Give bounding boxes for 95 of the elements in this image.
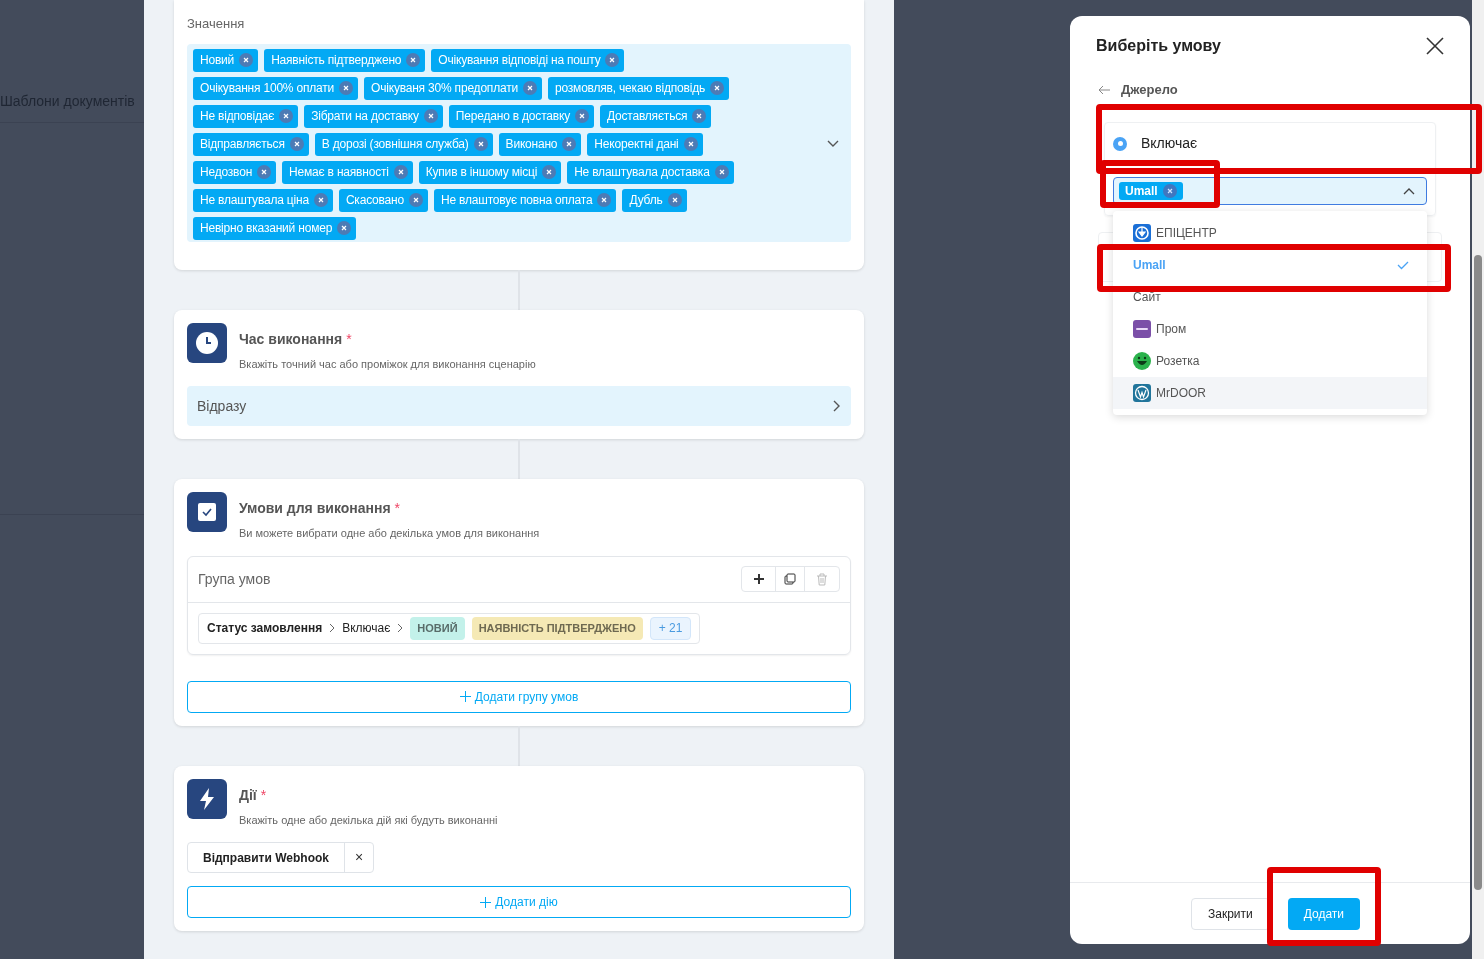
dropdown-option[interactable]: Пром [1113,313,1427,345]
tag: Не влаштувала доставка [567,160,734,184]
remove-icon[interactable] [473,137,488,151]
condition-field: Статус замовлення [207,619,323,637]
tag: Скасовано [338,188,428,212]
tag: Недозвон [193,160,277,184]
remove-icon[interactable] [692,109,707,123]
tag: Не влаштовує повна оплата [433,188,617,212]
plus-icon [459,691,471,702]
action-label: Відправити Webhook [202,849,330,867]
remove-icon[interactable] [710,81,725,95]
tag: Невірно вказаний номер [193,216,357,240]
tag: Новий [193,48,259,72]
condition-operator: Включає [342,620,391,637]
tag: Зібрати на доставку [304,104,443,128]
remove-icon[interactable] [562,137,577,151]
tag: Очікування 100% оплати [193,76,359,100]
dropdown-option[interactable]: Розетка [1113,345,1427,377]
tags-field[interactable] [187,43,851,242]
action-chip[interactable]: Відправити Webhook × [187,842,374,873]
tag: Наявність підтверджено [264,48,426,72]
remove-icon[interactable] [683,137,698,151]
remove-icon[interactable] [239,53,254,67]
tag: Доставляється [599,104,712,128]
remove-icon[interactable] [423,109,438,123]
back-arrow-icon[interactable] [1098,84,1111,95]
remove-icon[interactable] [542,165,557,179]
chevron-right-icon [329,623,336,633]
clock-icon [187,322,227,363]
dropdown-option[interactable]: MrDOOR [1113,377,1427,409]
wordpress-icon [1133,384,1151,402]
modal-title: Виберіть умову [1096,36,1221,56]
plus-icon [480,896,492,908]
tag: Не відповідає [193,104,299,128]
target-icon [1133,224,1151,242]
card-title: Час виконання [239,329,343,349]
tag: Не влаштувала ціна [193,188,333,212]
radio-button[interactable] [1113,136,1127,151]
card-subtitle: Вкажіть точний час або проміжок для виконання сценарію [239,356,536,372]
remove-icon[interactable] [408,193,423,207]
tag: Некоректні дані [587,132,703,156]
field-label: Значення [187,15,246,33]
remove-icon[interactable] [523,81,537,95]
remove-icon[interactable] [574,109,589,123]
group-title: Група умов [198,569,271,589]
card-title: Умови для виконання [239,499,391,518]
status-chip: НАЯВНІСТЬ ПІДТВЕРДЖЕНО [471,616,643,640]
tag: Umall [1119,181,1183,200]
dropdown-option[interactable]: ЕПІЦЕНТР [1113,217,1427,249]
condition-summary[interactable]: Статус замовлення Включає НОВИЙ НАЯВНІСТЬ ПІДТВЕРДЖЕНО + 21 [198,612,701,644]
tag: Очікування відповіді на пошту [431,48,625,72]
remove-icon[interactable] [313,193,328,207]
chevron-right-icon [397,623,404,633]
status-chip: НОВИЙ [410,616,465,640]
tag: Очікуваня 30% предоплати [364,76,542,100]
remove-icon[interactable] [667,193,682,207]
chevron-up-icon[interactable] [1403,186,1415,195]
section-title: Джерело [1121,81,1178,99]
remove-icon[interactable] [337,221,352,235]
close-icon[interactable] [1426,37,1444,55]
tag: В дорозі (зовнішня служба) [314,132,493,156]
remove-icon[interactable] [279,109,294,123]
lightning-icon [187,778,227,819]
card-subtitle: Ви можете вибрати одне або декілька умов для виконання [239,526,540,541]
tag: Дубль [622,188,687,212]
logo-tile-icon [1133,320,1151,338]
remove-action-button[interactable]: × [344,843,373,872]
time-select[interactable]: Відразу [187,386,851,426]
tag: Виконано [498,132,582,156]
remove-icon[interactable] [257,165,272,179]
tag: Немає в наявності [282,160,413,184]
remove-icon[interactable] [289,137,304,151]
tag: Купив в іншому місці [418,160,562,184]
tag: розмовляв, чекаю відповідь [548,76,730,100]
option-label: Включає [1141,134,1198,153]
card-title: Дії [239,785,257,805]
smiley-icon [1133,352,1151,370]
remove-icon[interactable] [597,193,612,207]
card-subtitle: Вкажіть одне або декілька дій які будуть виконанні [239,812,498,828]
remove-icon[interactable] [714,165,729,179]
checkbox-icon [187,492,227,532]
check-icon [1397,260,1409,270]
chevron-right-icon [833,400,841,412]
remove-icon[interactable] [1162,183,1177,198]
dropdown-option[interactable]: Сайт [1113,281,1427,313]
remove-icon[interactable] [393,165,408,179]
required-mark: * [260,785,267,805]
chevron-down-icon[interactable] [827,140,839,148]
remove-icon[interactable] [406,53,421,67]
tag: Передано в доставку [448,104,594,128]
tag: Відправляється [193,132,309,156]
required-mark: * [346,329,352,349]
remove-icon[interactable] [339,81,354,95]
remove-icon[interactable] [605,53,620,67]
required-mark: * [394,499,401,518]
